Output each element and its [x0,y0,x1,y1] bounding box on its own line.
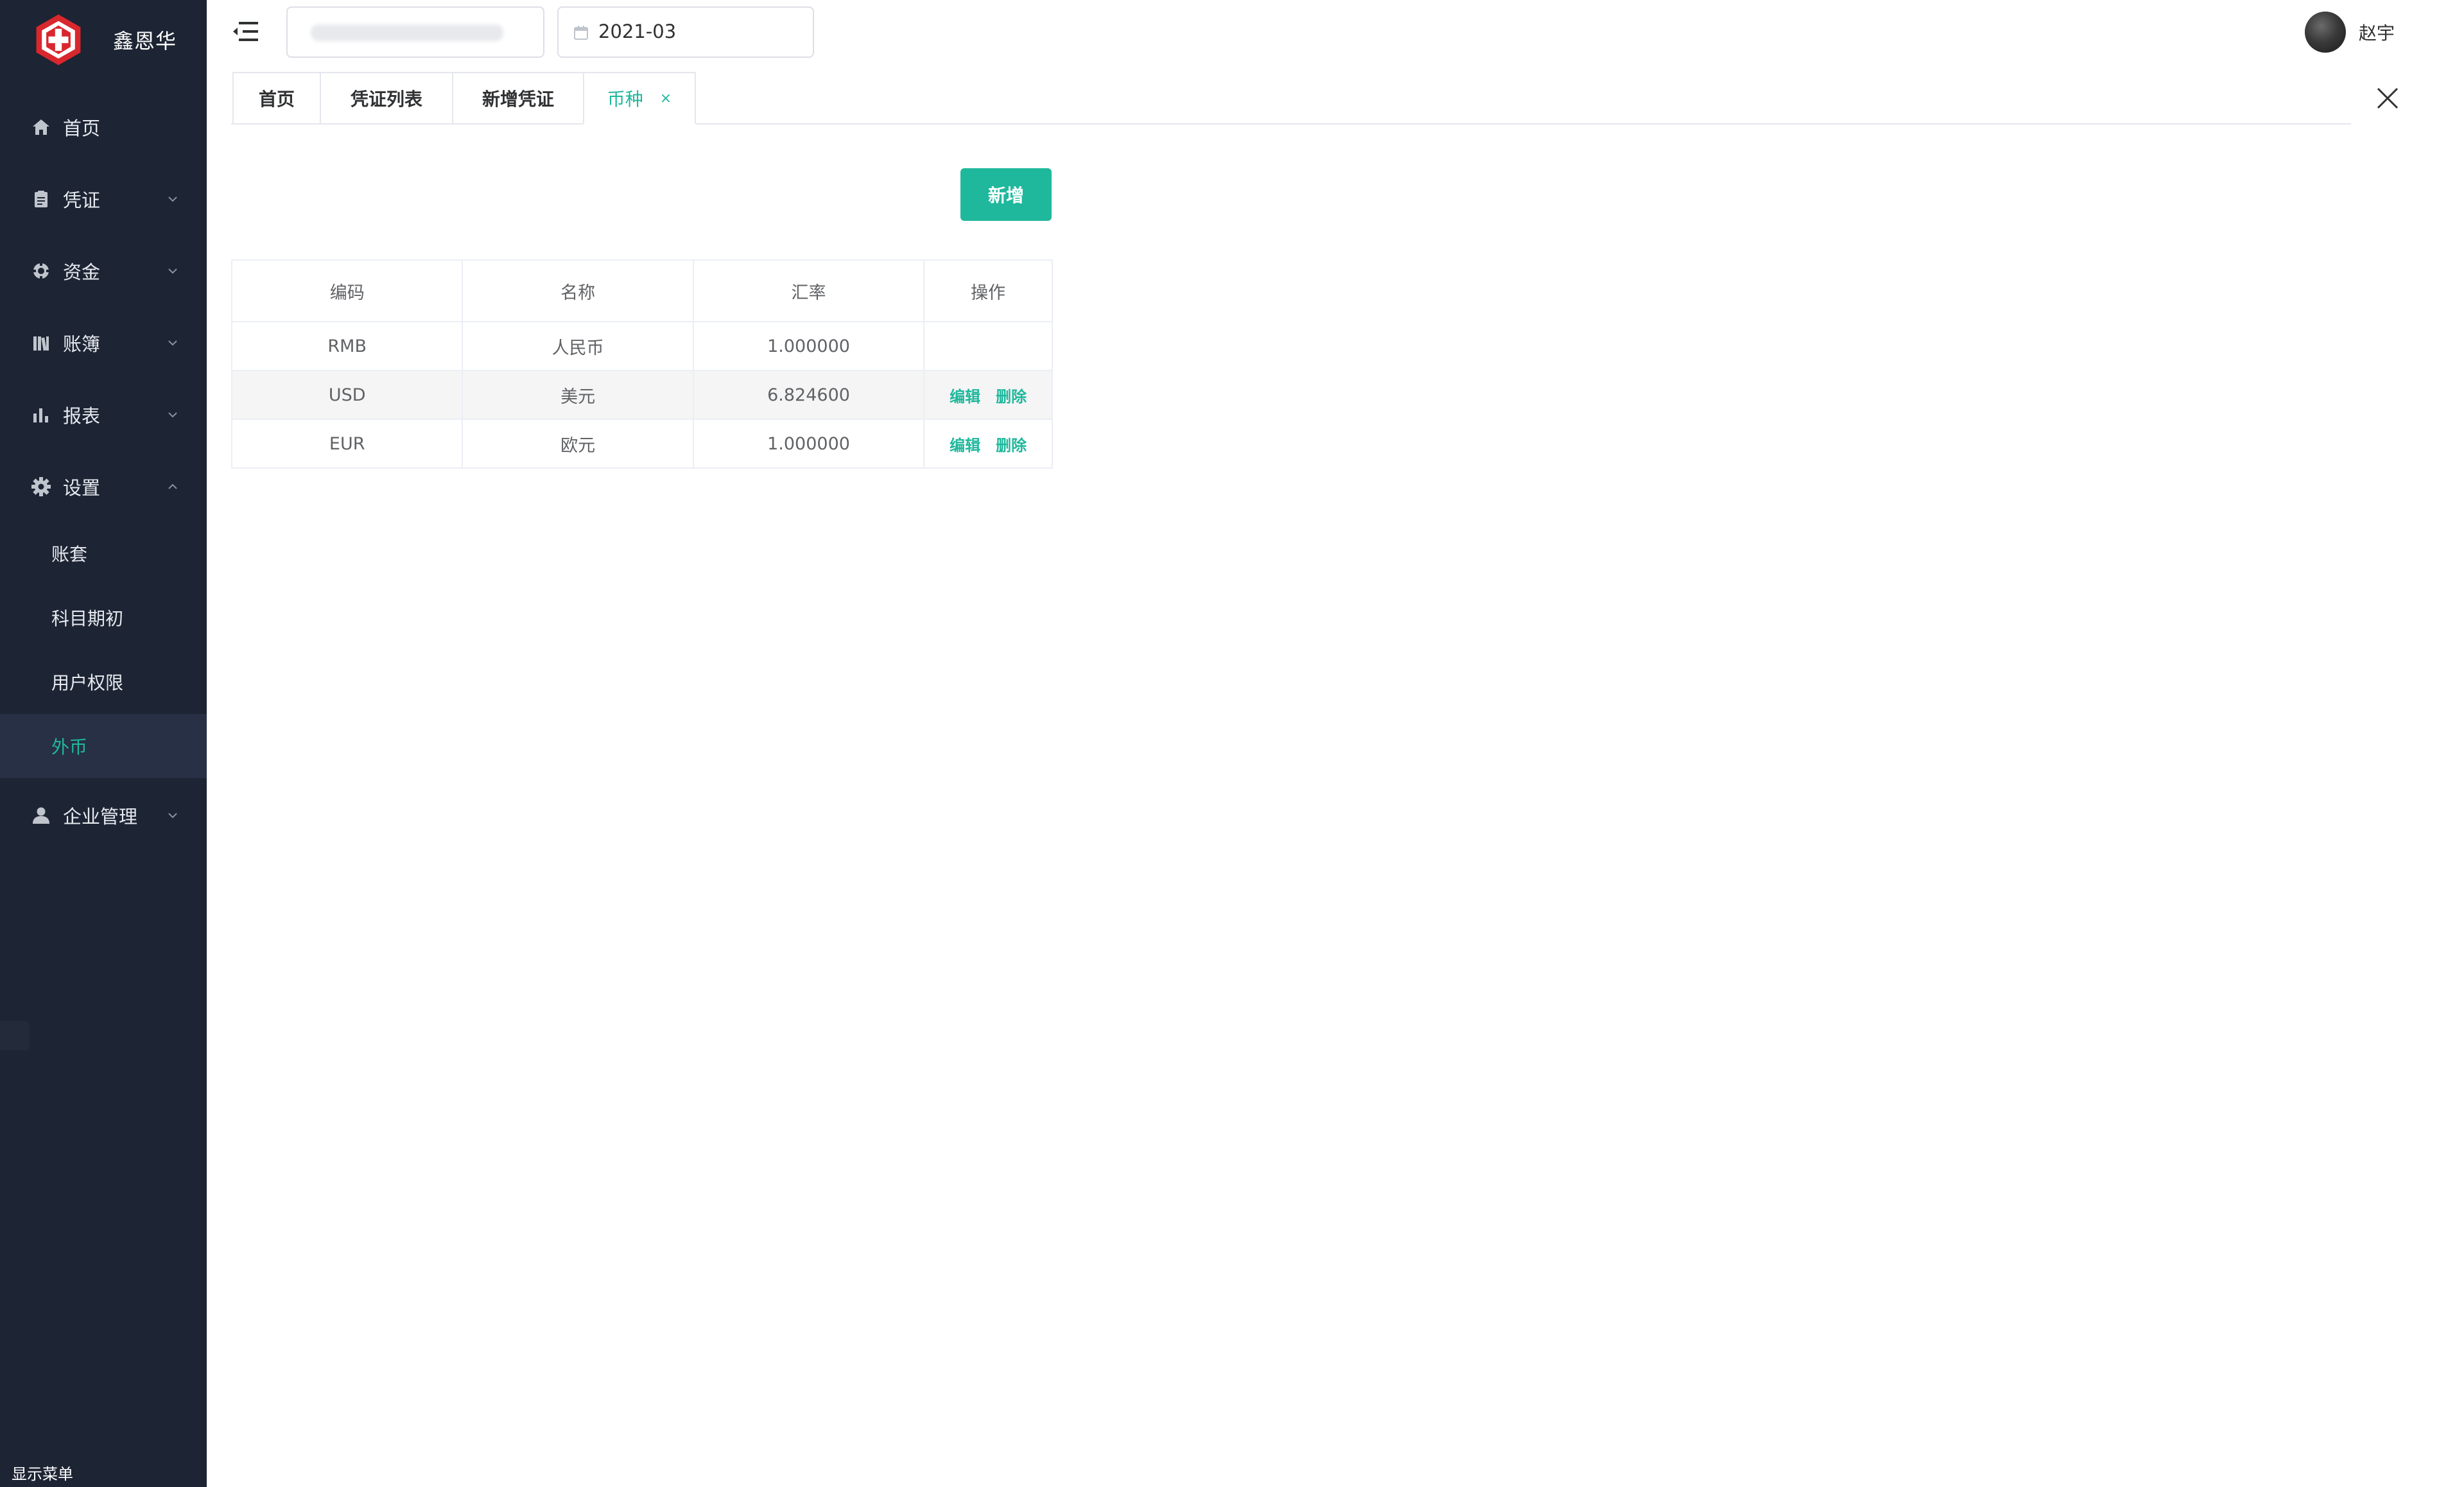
sidebar-item-label: 资金 [63,261,101,283]
sidebar: 鑫恩华 首页 凭证 资金 账簿 报表 设置 账套 科目期初 用户权限 外币 企业… [0,0,207,1487]
edit-link[interactable]: 编辑 [950,437,980,455]
sidebar-item-fund[interactable]: 资金 [0,245,207,297]
tab-voucher-list[interactable]: 凭证列表 [320,72,452,125]
cell-name: 欧元 [462,419,694,469]
sidebar-item-settings[interactable]: 设置 [0,461,207,512]
cell-name: 美元 [462,370,694,420]
cell-operations [923,321,1053,371]
sidebar-item-voucher[interactable]: 凭证 [0,173,207,225]
table-header-row: 编码 名称 汇率 操作 [230,259,1053,322]
chevron-down-icon [168,340,177,346]
sidebar-item-label: 凭证 [63,189,101,211]
delete-link[interactable]: 删除 [996,437,1027,455]
sidebar-item-label: 账簿 [63,333,101,355]
sidebar-subitem-opening-balance[interactable]: 科目期初 [0,586,207,650]
avatar[interactable] [2305,12,2346,53]
sidebar-subitem-label: 用户权限 [51,672,124,693]
sidebar-item-label: 企业管理 [63,806,138,828]
delete-link[interactable]: 删除 [996,388,1027,406]
show-menu-button[interactable]: 显示菜单 [12,1461,73,1484]
currency-table: 编码 名称 汇率 操作 RMB 人民币 1.000000 USD 美元 6.82… [230,259,1053,469]
cell-code: RMB [230,321,464,371]
column-header-rate: 汇率 [692,259,925,322]
sidebar-subitem-label: 外币 [51,736,88,758]
cell-code: EUR [230,419,464,469]
cell-rate: 1.000000 [692,419,925,469]
chevron-down-icon [168,412,177,418]
sidebar-subitem-account-set[interactable]: 账套 [0,521,207,586]
sidebar-subitem-label: 账套 [51,544,88,565]
table-row: RMB 人民币 1.000000 [230,321,1053,371]
company-name-redacted [311,24,503,41]
column-header-operations: 操作 [923,259,1053,322]
sidebar-item-label: 首页 [63,117,101,139]
sidebar-item-enterprise[interactable]: 企业管理 [0,790,207,841]
cell-name: 人民币 [462,321,694,371]
cell-operations: 编辑 删除 [923,419,1053,469]
home-icon [33,119,49,135]
ledger-icon [33,336,49,351]
period-value: 2021-03 [598,21,677,42]
sidebar-collapse-handle[interactable] [0,1021,30,1050]
table-row: EUR 欧元 1.000000 编辑 删除 [230,419,1053,469]
tab-label: 首页 [258,89,295,110]
tab-label: 凭证列表 [350,89,422,110]
sidebar-subitem-label: 科目期初 [51,608,124,629]
column-header-code: 编码 [230,259,464,322]
calendar-icon [574,26,588,40]
edit-link[interactable]: 编辑 [950,388,980,406]
chevron-down-icon [168,813,177,819]
cell-rate: 6.824600 [692,370,925,420]
column-header-name: 名称 [462,259,694,322]
sidebar-item-report[interactable]: 报表 [0,389,207,440]
brand-logo-icon [36,14,81,65]
close-icon[interactable] [2375,86,2400,110]
sidebar-subitem-foreign-currency[interactable]: 外币 [0,714,207,778]
sidebar-item-label: 设置 [63,477,101,499]
sidebar-item-ledger[interactable]: 账簿 [0,317,207,369]
cell-code: USD [230,370,464,420]
sidebar-item-home[interactable]: 首页 [0,101,207,153]
tab-label: 币种 [607,89,643,110]
tab-label: 新增凭证 [482,89,554,110]
sidebar-item-label: 报表 [63,405,101,427]
add-currency-button[interactable]: 新增 [960,168,1052,221]
chevron-up-icon [168,483,177,489]
period-date-picker[interactable]: 2021-03 [557,6,814,58]
brand[interactable]: 鑫恩华 [31,12,177,68]
tab-close-icon[interactable]: × [660,91,672,107]
table-row: USD 美元 6.824600 编辑 删除 [230,370,1053,420]
chevron-down-icon [168,196,177,202]
user-icon [33,807,49,824]
cell-operations: 编辑 删除 [923,370,1053,420]
voucher-icon [35,191,48,207]
cell-rate: 1.000000 [692,321,925,371]
chevron-down-icon [168,268,177,274]
fund-icon [32,262,50,280]
brand-name: 鑫恩华 [113,29,177,53]
tab-home[interactable]: 首页 [232,72,320,125]
company-select[interactable] [286,6,544,58]
sidebar-subitem-user-permission[interactable]: 用户权限 [0,650,207,714]
gear-icon [31,477,51,496]
menu-fold-icon[interactable] [232,21,259,42]
username[interactable]: 赵宇 [2359,19,2395,45]
bar-chart-icon [33,408,48,422]
tab-currency[interactable]: 币种 × [583,72,696,125]
tab-new-voucher[interactable]: 新增凭证 [452,72,583,125]
